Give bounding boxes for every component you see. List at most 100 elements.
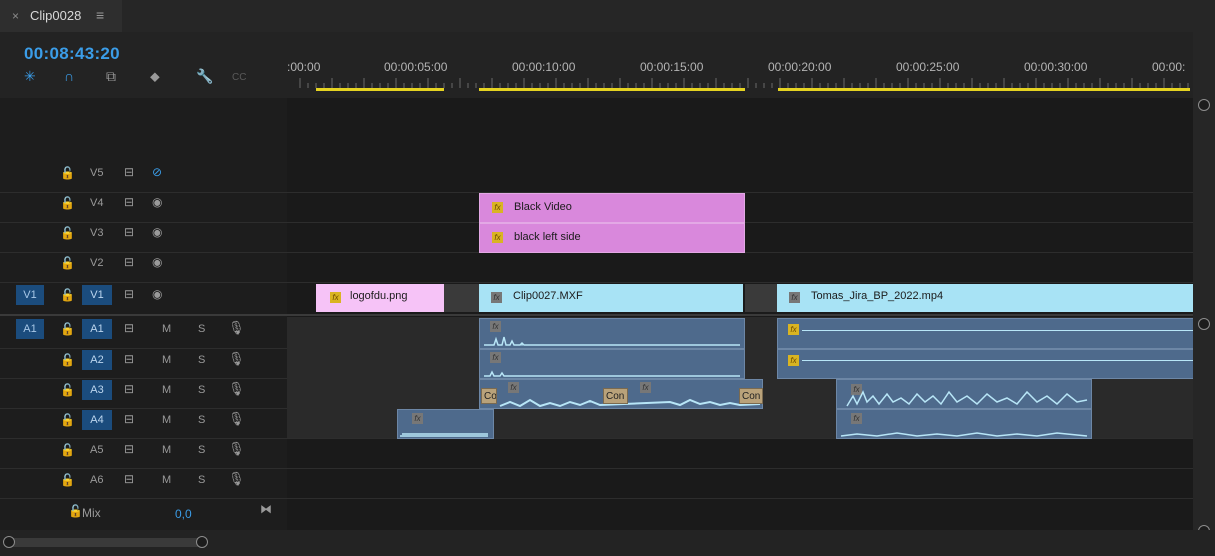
audio-clip-a2-clip0027[interactable]: fx: [479, 349, 745, 379]
sync-lock-icon[interactable]: ⊟: [124, 255, 134, 269]
sync-lock-icon[interactable]: ⊟: [124, 382, 134, 396]
solo-button[interactable]: S: [198, 474, 205, 486]
sync-lock-icon[interactable]: ⊟: [124, 321, 134, 335]
playhead-timecode[interactable]: 00:08:43:20: [24, 44, 120, 64]
track-target-a1[interactable]: A1: [82, 319, 112, 339]
lock-track-icon[interactable]: 🔓: [60, 166, 75, 180]
ruler-label: 00:00:05:00: [384, 60, 448, 74]
fx-badge: fx: [491, 292, 502, 303]
wrench-icon[interactable]: 🔧: [196, 68, 213, 85]
lock-track-icon[interactable]: 🔓: [60, 443, 75, 457]
track-label-a5: A5: [90, 444, 104, 456]
eye-icon[interactable]: ◉: [152, 225, 162, 239]
track-target-a4[interactable]: A4: [82, 410, 112, 430]
solo-button[interactable]: S: [198, 444, 205, 456]
eye-icon[interactable]: ◉: [152, 287, 162, 301]
eye-icon[interactable]: ◉: [152, 195, 162, 209]
mute-button[interactable]: M: [162, 414, 171, 426]
clip-name: Clip0027.MXF: [513, 290, 583, 302]
row-divider: [0, 282, 1193, 283]
clip-black-left-side[interactable]: fx black left side: [479, 223, 745, 253]
lock-track-icon[interactable]: 🔓: [60, 196, 75, 210]
audio-clip-a3-right[interactable]: fx: [836, 379, 1092, 409]
sync-lock-icon[interactable]: ⊟: [124, 195, 134, 209]
voiceover-mic-icon[interactable]: 🎙: [228, 381, 245, 397]
work-area-bar-1[interactable]: [316, 88, 444, 91]
solo-button[interactable]: S: [198, 354, 205, 366]
solo-button[interactable]: S: [198, 384, 205, 396]
clip-black-video[interactable]: fx Black Video: [479, 193, 745, 223]
work-area-bar-2[interactable]: [479, 88, 745, 91]
timeline-header-controls: [0, 32, 287, 98]
go-to-end-icon[interactable]: ⧓: [260, 502, 272, 516]
fx-badge: fx: [330, 292, 341, 303]
mute-button[interactable]: M: [162, 323, 171, 335]
scroll-handle-top[interactable]: [1198, 99, 1210, 111]
close-tab-icon[interactable]: ×: [12, 9, 19, 23]
track-target-a2[interactable]: A2: [82, 350, 112, 370]
source-patch-a1[interactable]: A1: [16, 319, 44, 339]
lock-track-icon[interactable]: 🔓: [60, 226, 75, 240]
sync-lock-icon[interactable]: ⊟: [124, 287, 134, 301]
lock-track-icon[interactable]: 🔓: [60, 383, 75, 397]
sequence-tab[interactable]: × Clip0028 ≡: [0, 0, 122, 32]
panel-menu-icon[interactable]: ≡: [96, 7, 104, 23]
solo-button[interactable]: S: [198, 414, 205, 426]
insert-sequence-icon[interactable]: ⧉: [106, 68, 116, 85]
mute-button[interactable]: M: [162, 444, 171, 456]
sync-lock-icon[interactable]: ⊟: [124, 412, 134, 426]
zoom-scroll-bar[interactable]: [8, 538, 204, 547]
sync-lock-icon[interactable]: ⊟: [124, 442, 134, 456]
eye-icon[interactable]: ◉: [152, 255, 162, 269]
audio-clip-a1-tomas-jira[interactable]: fx: [777, 318, 1195, 349]
voiceover-mic-icon[interactable]: 🎙: [228, 320, 245, 336]
mute-button[interactable]: M: [162, 384, 171, 396]
sync-lock-icon[interactable]: ⊟: [124, 352, 134, 366]
lock-track-icon[interactable]: 🔓: [60, 473, 75, 487]
lock-track-icon[interactable]: 🔓: [60, 288, 75, 302]
snap-icon[interactable]: ✳: [24, 68, 36, 85]
voiceover-mic-icon[interactable]: 🎙: [228, 441, 245, 457]
fx-badge: fx: [492, 202, 503, 213]
add-marker-icon[interactable]: ⬥: [150, 68, 160, 85]
lock-track-icon[interactable]: 🔓: [60, 413, 75, 427]
transition-co[interactable]: Co: [481, 388, 497, 404]
source-patch-v1[interactable]: V1: [16, 285, 44, 305]
track-target-a3[interactable]: A3: [82, 380, 112, 400]
lock-track-icon[interactable]: 🔓: [60, 256, 75, 270]
captions-icon[interactable]: CC: [232, 72, 246, 83]
clip-clip0027[interactable]: fx Clip0027.MXF: [479, 284, 743, 312]
ruler-label: 00:00:30:00: [1024, 60, 1088, 74]
mute-button[interactable]: M: [162, 354, 171, 366]
solo-button[interactable]: S: [198, 323, 205, 335]
transition-con-2[interactable]: Con: [739, 388, 763, 404]
lock-track-icon[interactable]: 🔓: [60, 353, 75, 367]
zoom-handle-left[interactable]: [3, 536, 15, 548]
audio-clip-a4-right[interactable]: fx: [836, 409, 1092, 439]
eye-hidden-icon[interactable]: ⊘: [152, 165, 162, 179]
mute-button[interactable]: M: [162, 474, 171, 486]
transition-con-1[interactable]: Con: [603, 388, 628, 404]
lock-track-icon[interactable]: 🔓: [60, 322, 75, 336]
audio-clip-a1-clip0027[interactable]: fx: [479, 318, 745, 349]
clip-tomas-jira[interactable]: fx Tomas_Jira_BP_2022.mp4: [777, 284, 1193, 312]
fx-badge: fx: [412, 413, 423, 424]
clip-logofdu[interactable]: fx logofdu.png: [316, 284, 444, 312]
sync-lock-icon[interactable]: ⊟: [124, 225, 134, 239]
track-target-v1[interactable]: V1: [82, 285, 112, 305]
voiceover-mic-icon[interactable]: 🎙: [228, 471, 245, 487]
audio-clip-a4-left[interactable]: fx: [397, 409, 494, 439]
horizontal-scrollbar[interactable]: [0, 530, 1215, 556]
mix-volume-value[interactable]: 0,0: [175, 507, 192, 521]
zoom-handle-right[interactable]: [196, 536, 208, 548]
sync-lock-icon[interactable]: ⊟: [124, 165, 134, 179]
linked-selection-icon[interactable]: ∩: [64, 68, 74, 84]
vertical-scrollbar[interactable]: [1193, 32, 1215, 537]
mix-lock-icon[interactable]: 🔓: [68, 504, 83, 518]
scroll-handle-mid[interactable]: [1198, 318, 1210, 330]
sync-lock-icon[interactable]: ⊟: [124, 472, 134, 486]
voiceover-mic-icon[interactable]: 🎙: [228, 411, 245, 427]
voiceover-mic-icon[interactable]: 🎙: [228, 351, 245, 367]
work-area-bar-3[interactable]: [778, 88, 1190, 91]
audio-clip-a2-tomas-jira[interactable]: fx: [777, 349, 1195, 379]
